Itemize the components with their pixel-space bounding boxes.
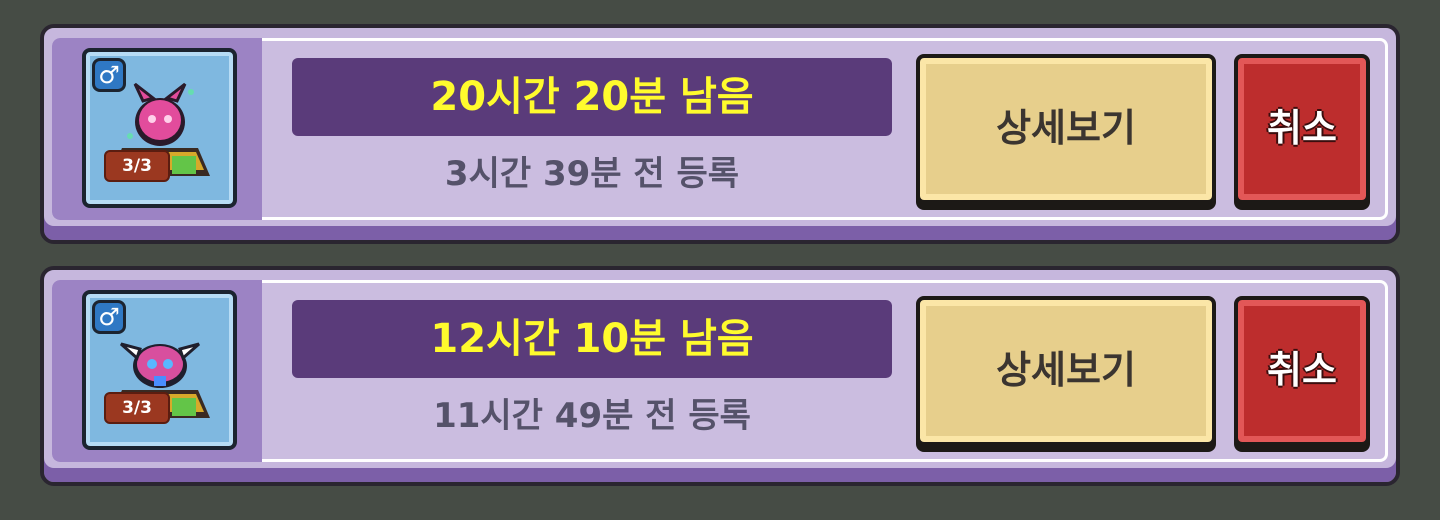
cancel-button[interactable]: 취소	[1234, 296, 1370, 446]
item-slot[interactable]: ♂ 3/3	[82, 290, 237, 450]
cancel-button[interactable]: 취소	[1234, 54, 1370, 204]
registered-time: 11시간 49분 전 등록	[433, 396, 751, 436]
item-slot[interactable]: ♂ 3/3	[82, 48, 237, 208]
registered-time: 3시간 39분 전 등록	[444, 154, 740, 194]
count-badge: 3/3	[104, 150, 170, 182]
details-button[interactable]: 상세보기	[916, 296, 1216, 446]
market-listing: ♂ 3/3 12시간 10분 남음 11시간 49분 전 등록 상세보기 취소	[40, 266, 1400, 486]
count-badge: 3/3	[104, 392, 170, 424]
time-remaining: 20시간 20분 남음	[292, 58, 892, 136]
time-remaining: 12시간 10분 남음	[292, 300, 892, 378]
details-button[interactable]: 상세보기	[916, 54, 1216, 204]
market-listing: ♂ 3/3 20시간 20분 남음 3시간 39분 전 등록 상세보기 취소	[40, 24, 1400, 244]
